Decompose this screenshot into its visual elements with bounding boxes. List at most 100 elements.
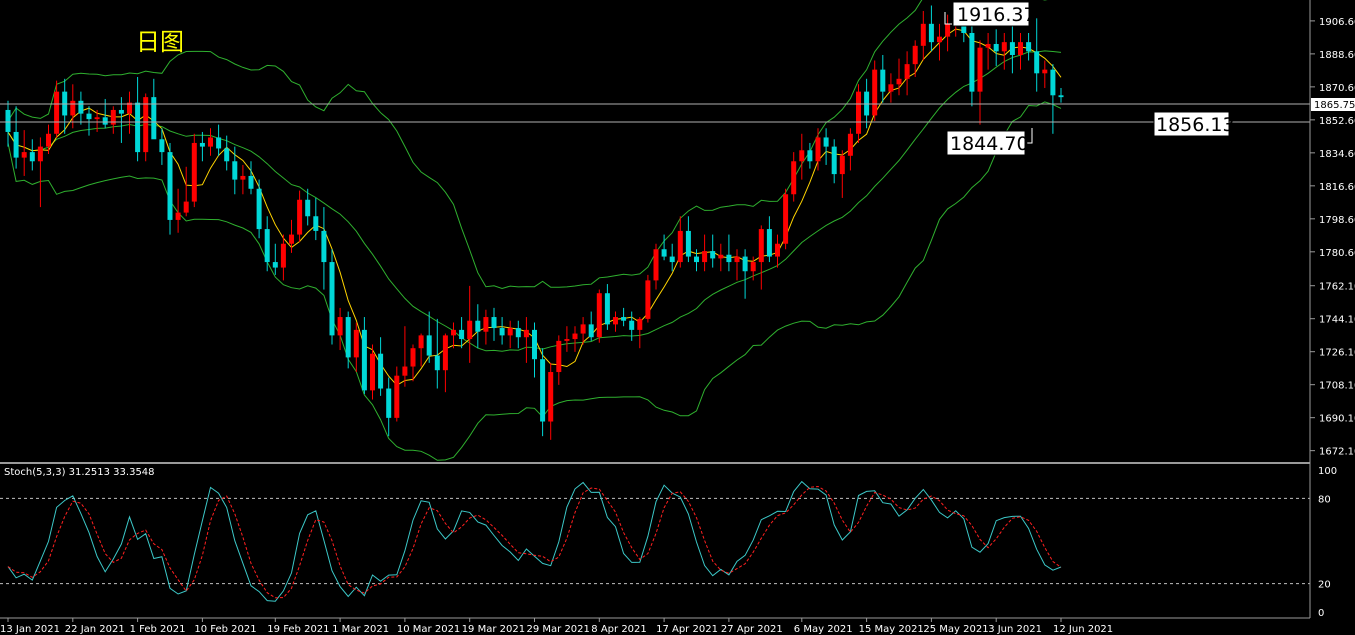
date-tick-label: 15 May 2021 [859, 624, 924, 635]
candle-body [378, 353, 384, 389]
candle [856, 84, 861, 143]
candle [677, 216, 683, 268]
candle-body [353, 329, 359, 358]
candle-body [872, 69, 878, 116]
candle-body [394, 375, 400, 418]
candle [248, 161, 254, 195]
candle-body [459, 329, 465, 340]
date-tick-label: 6 May 2021 [794, 624, 853, 635]
candle [13, 106, 19, 169]
candle [564, 326, 570, 352]
candle [540, 348, 546, 437]
date-tick-label: 22 Jan 2021 [65, 624, 125, 635]
candle-body [248, 175, 254, 189]
date-tick-label: 3 Jun 2021 [988, 624, 1042, 635]
candle [653, 243, 659, 290]
candle-body [604, 293, 610, 325]
candle [799, 133, 805, 180]
candle [977, 40, 983, 125]
candle-body [540, 359, 546, 422]
chart-canvas[interactable]: 100 80 20 0 1906.60 1888.60 1870.60 1852.60 183… [0, 0, 1355, 635]
candle-body [54, 91, 60, 134]
candle-body [532, 329, 537, 360]
level-label: 1856.13 [1156, 114, 1235, 136]
date-tick-label: 19 Feb 2021 [267, 624, 329, 635]
price-tick-label: 1798.60 [1319, 215, 1355, 226]
candle-body [1001, 42, 1007, 52]
candle [410, 344, 416, 382]
candle-body [621, 317, 627, 321]
candle-body [191, 142, 197, 202]
candle [556, 335, 562, 385]
candle [297, 190, 303, 242]
candle [86, 106, 92, 136]
candle [191, 133, 197, 208]
low-label: 1844.70 [950, 133, 1029, 155]
candle-body [661, 249, 667, 257]
candle-body [791, 161, 797, 195]
candle-body [13, 131, 19, 158]
price-tick-label: 1672.10 [1319, 447, 1355, 458]
high-label-connector [944, 12, 952, 25]
candle [637, 317, 643, 349]
candle [572, 326, 578, 352]
date-tick-label: 29 Mar 2021 [527, 624, 590, 635]
candle [1018, 32, 1023, 70]
price-tick-label: 1762.10 [1319, 282, 1355, 293]
candle [766, 216, 772, 263]
candle-body [475, 320, 481, 332]
candle-body [208, 137, 213, 147]
candle-body [297, 199, 303, 235]
date-tick-label: 1 Feb 2021 [130, 624, 186, 635]
price-tick-label: 1708.10 [1319, 381, 1355, 392]
candle [791, 152, 797, 202]
candle [847, 128, 853, 171]
candle [993, 29, 999, 66]
date-tick-label: 25 May 2021 [923, 624, 988, 635]
price-tick-label: 1780.60 [1319, 248, 1355, 259]
date-tick-label: 10 Mar 2021 [397, 624, 460, 635]
candle-body [710, 251, 716, 259]
candle-body [86, 113, 92, 120]
candle-body [1034, 51, 1040, 74]
candle-body [483, 317, 489, 332]
candle [264, 216, 270, 272]
candle [1026, 32, 1032, 61]
candle-body [669, 256, 675, 263]
candle-body [645, 280, 651, 319]
candle [78, 91, 84, 125]
price-tick-label: 1906.60 [1319, 17, 1355, 28]
candle-body [596, 293, 602, 338]
candle-body [1058, 95, 1064, 98]
candle-body [993, 43, 999, 52]
candle [216, 124, 222, 156]
candle-body [702, 251, 708, 263]
candle-body [677, 230, 683, 263]
candle [353, 322, 359, 373]
chart-title: 日图 [136, 28, 184, 56]
candle-body [507, 328, 513, 336]
candle-body [742, 256, 748, 272]
candle-body [783, 194, 789, 244]
candle-body [418, 335, 424, 349]
candle [337, 307, 343, 351]
candle [426, 311, 432, 363]
candle [199, 131, 205, 162]
candle [596, 289, 602, 343]
price-axis: 1906.60 1888.60 1870.60 1852.60 1834.60 1816.… [1310, 17, 1355, 458]
candle [532, 322, 537, 378]
candle [896, 58, 902, 96]
candle [135, 76, 141, 162]
candle-body [937, 36, 942, 43]
band-middle [7, 50, 1062, 352]
candle [110, 106, 116, 134]
candle [46, 124, 51, 154]
candle [613, 311, 618, 332]
candle [928, 5, 934, 52]
candle-body [256, 188, 262, 230]
price-tick-label: 1870.60 [1319, 83, 1355, 94]
candle-body [694, 256, 699, 263]
candle-body [426, 335, 432, 356]
price-tick-label: 1834.60 [1319, 149, 1355, 160]
candle [1058, 87, 1064, 103]
